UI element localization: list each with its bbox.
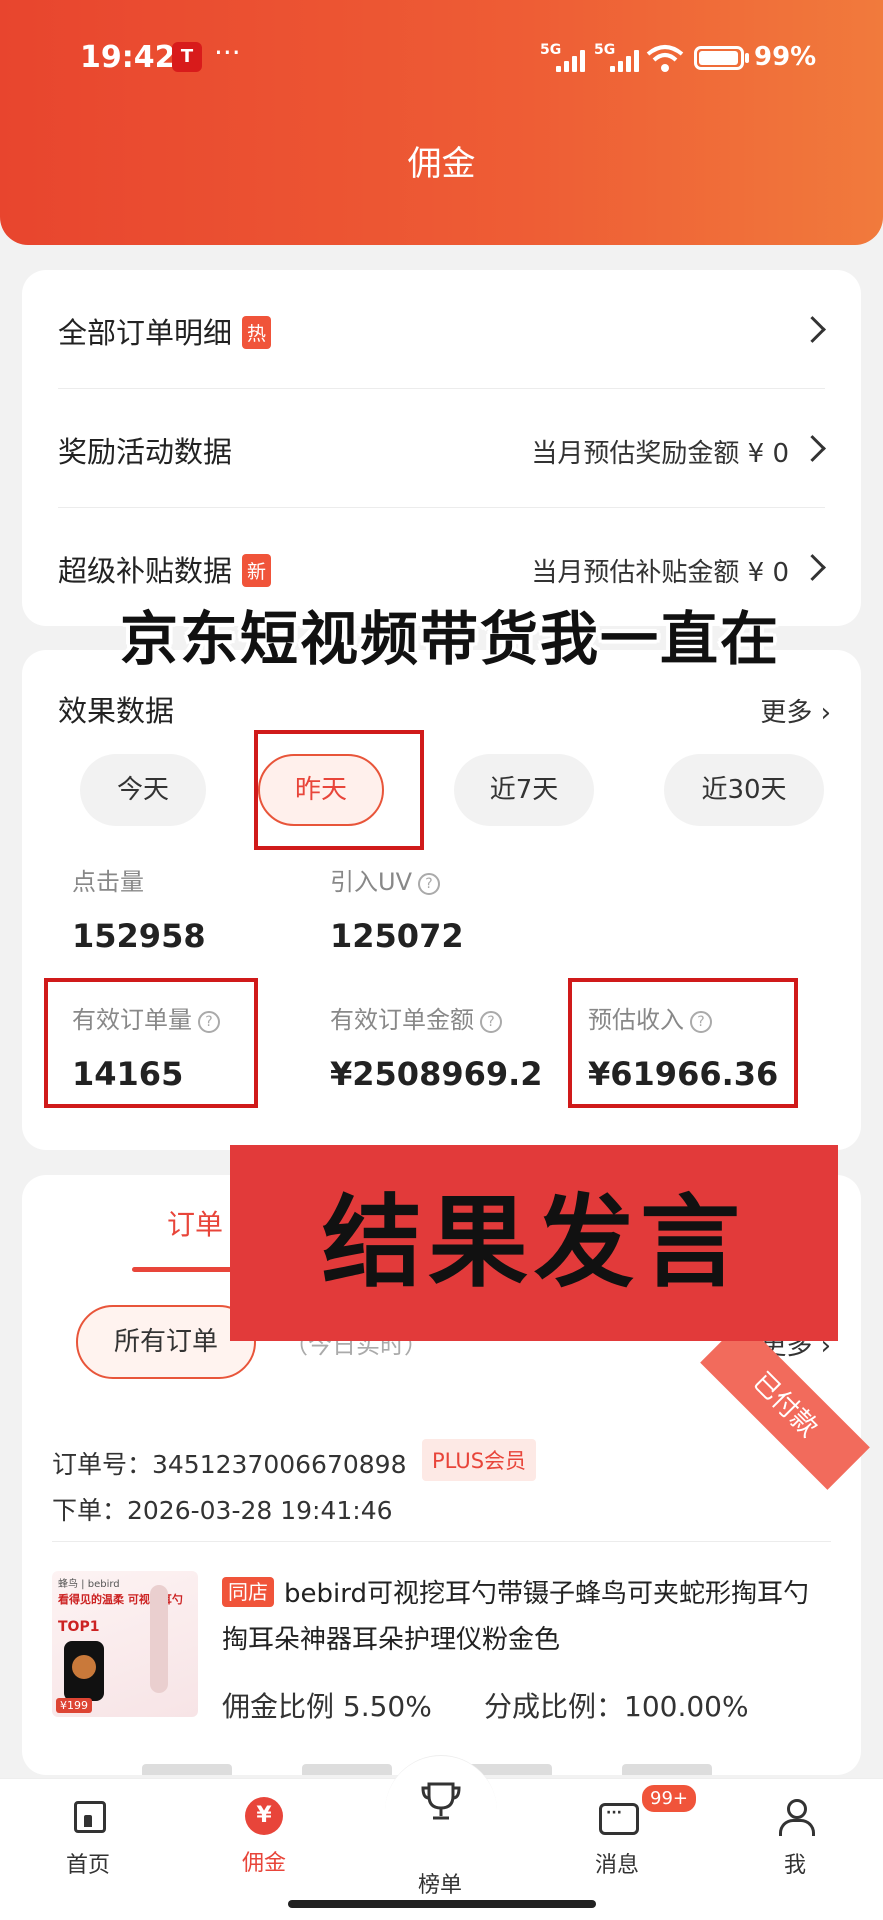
- result-banner: 结果发言: [230, 1145, 838, 1341]
- nav-ranking-label-wrap: 榜单: [380, 1867, 500, 1899]
- product-title-text: bebird可视挖耳勺带镊子蜂鸟可夹蛇形掏耳勺掏耳朵神器耳朵护理仪粉金色: [222, 1579, 809, 1655]
- product-image-brand: 蜂鸟 | bebird: [58, 1579, 120, 1590]
- nav-home[interactable]: 首页: [28, 1797, 148, 1879]
- order-time: 下单：2026-03-28 19:41:46: [52, 1496, 393, 1525]
- page-title: 佣金: [407, 144, 476, 184]
- metric-label: 引入UV: [330, 868, 412, 896]
- help-icon[interactable]: ?: [480, 1011, 502, 1033]
- annotation-box-orders: [44, 978, 258, 1108]
- plus-member-badge: PLUS会员: [422, 1439, 537, 1481]
- menu-row-reward-data[interactable]: 奖励活动数据 当月预估奖励金额 ¥ 0: [58, 389, 825, 508]
- menu-label: 超级补贴数据: [58, 554, 233, 588]
- trophy-icon: [421, 1782, 461, 1820]
- wifi-icon: [646, 45, 684, 72]
- order-number: 订单号：3451237006670898: [52, 1450, 407, 1479]
- person-icon: [775, 1797, 815, 1837]
- nav-label: 我: [783, 1853, 806, 1878]
- nav-label: 佣金: [241, 1851, 286, 1876]
- battery-icon: [694, 46, 744, 70]
- same-store-tag: 同店: [222, 1577, 274, 1607]
- status-bar: 19:42 T ··· 5G 5G 99%: [0, 36, 883, 80]
- metric-clicks: 点击量 152958: [72, 862, 312, 955]
- nav-ranking[interactable]: [385, 1755, 497, 1867]
- nav-me[interactable]: 我: [735, 1797, 855, 1879]
- menu-label: 全部订单明细: [58, 316, 233, 350]
- new-tag: 新: [242, 554, 272, 587]
- caption-overlay: 京东短视频带货我一直在: [119, 605, 780, 673]
- bottom-nav: 首页 ¥ 佣金 榜单 消息 99+ 我: [0, 1755, 883, 1920]
- chevron-right-icon: [801, 429, 825, 465]
- tab-30-days[interactable]: 近30天: [664, 754, 824, 826]
- reward-amount: 当月预估奖励金额 ¥ 0: [531, 439, 789, 469]
- menu-card: 全部订单明细热 奖励活动数据 当月预估奖励金额 ¥ 0 超级补贴数据新 当月预估…: [22, 270, 861, 626]
- annotation-box-yesterday: [254, 730, 424, 850]
- nav-label: 榜单: [417, 1873, 462, 1898]
- home-indicator: [288, 1900, 596, 1908]
- tesla-app-icon: T: [172, 42, 202, 72]
- signal-icon-2: [610, 48, 644, 72]
- metric-value: 125072: [330, 917, 464, 955]
- more-notifications-icon: ···: [214, 36, 241, 69]
- annotation-box-income: [568, 978, 798, 1108]
- divider: [52, 1541, 831, 1542]
- commission-rate: 佣金比例 5.50%: [222, 1690, 432, 1723]
- menu-row-all-orders[interactable]: 全部订单明细热: [58, 270, 825, 389]
- signal-icon-1: [556, 48, 590, 72]
- metric-label: 有效订单金额: [330, 1006, 474, 1034]
- nav-label: 消息: [594, 1853, 639, 1878]
- menu-label: 奖励活动数据: [58, 435, 233, 469]
- more-link[interactable]: 更多 ›: [760, 692, 831, 729]
- subsidy-amount: 当月预估补贴金额 ¥ 0: [531, 558, 789, 588]
- home-icon: [68, 1797, 108, 1837]
- phone-graphic: [64, 1641, 104, 1701]
- nav-label: 首页: [65, 1853, 110, 1878]
- tab-today[interactable]: 今天: [80, 754, 206, 826]
- battery-percent: 99%: [754, 42, 817, 72]
- share-rate: 分成比例：100.00%: [484, 1690, 749, 1723]
- metric-label: 点击量: [72, 868, 144, 896]
- tab-orders[interactable]: 订单: [167, 1203, 223, 1243]
- product-image-price: ¥199: [56, 1698, 92, 1713]
- header-bar: 19:42 T ··· 5G 5G 99% 佣金: [0, 0, 883, 245]
- chevron-right-icon: [801, 310, 825, 346]
- chevron-right-icon: [801, 548, 825, 584]
- ear-pick-graphic: [150, 1585, 168, 1693]
- status-time: 19:42: [80, 40, 176, 75]
- unread-badge: 99+: [640, 1783, 698, 1814]
- yen-icon: ¥: [245, 1797, 283, 1835]
- metric-uv: 引入UV? 125072: [330, 862, 570, 955]
- hot-tag: 热: [242, 316, 272, 349]
- product-image-rank: TOP1: [58, 1619, 100, 1635]
- product-image[interactable]: 蜂鸟 | bebird 看得见的温柔 可视挖耳勺 TOP1 ¥199: [52, 1571, 198, 1717]
- tab-7-days[interactable]: 近7天: [454, 754, 594, 826]
- metric-value: 152958: [72, 917, 206, 955]
- message-icon: [597, 1797, 639, 1837]
- section-title: 效果数据: [58, 694, 175, 728]
- nav-commission[interactable]: ¥ 佣金: [204, 1797, 324, 1877]
- product-title[interactable]: 同店 bebird可视挖耳勺带镊子蜂鸟可夹蛇形掏耳勺掏耳朵神器耳朵护理仪粉金色: [222, 1571, 832, 1663]
- date-range-tabs: 今天 昨天 近7天 近30天: [58, 754, 848, 826]
- filter-all-orders[interactable]: 所有订单: [76, 1305, 256, 1379]
- help-icon[interactable]: ?: [417, 873, 440, 895]
